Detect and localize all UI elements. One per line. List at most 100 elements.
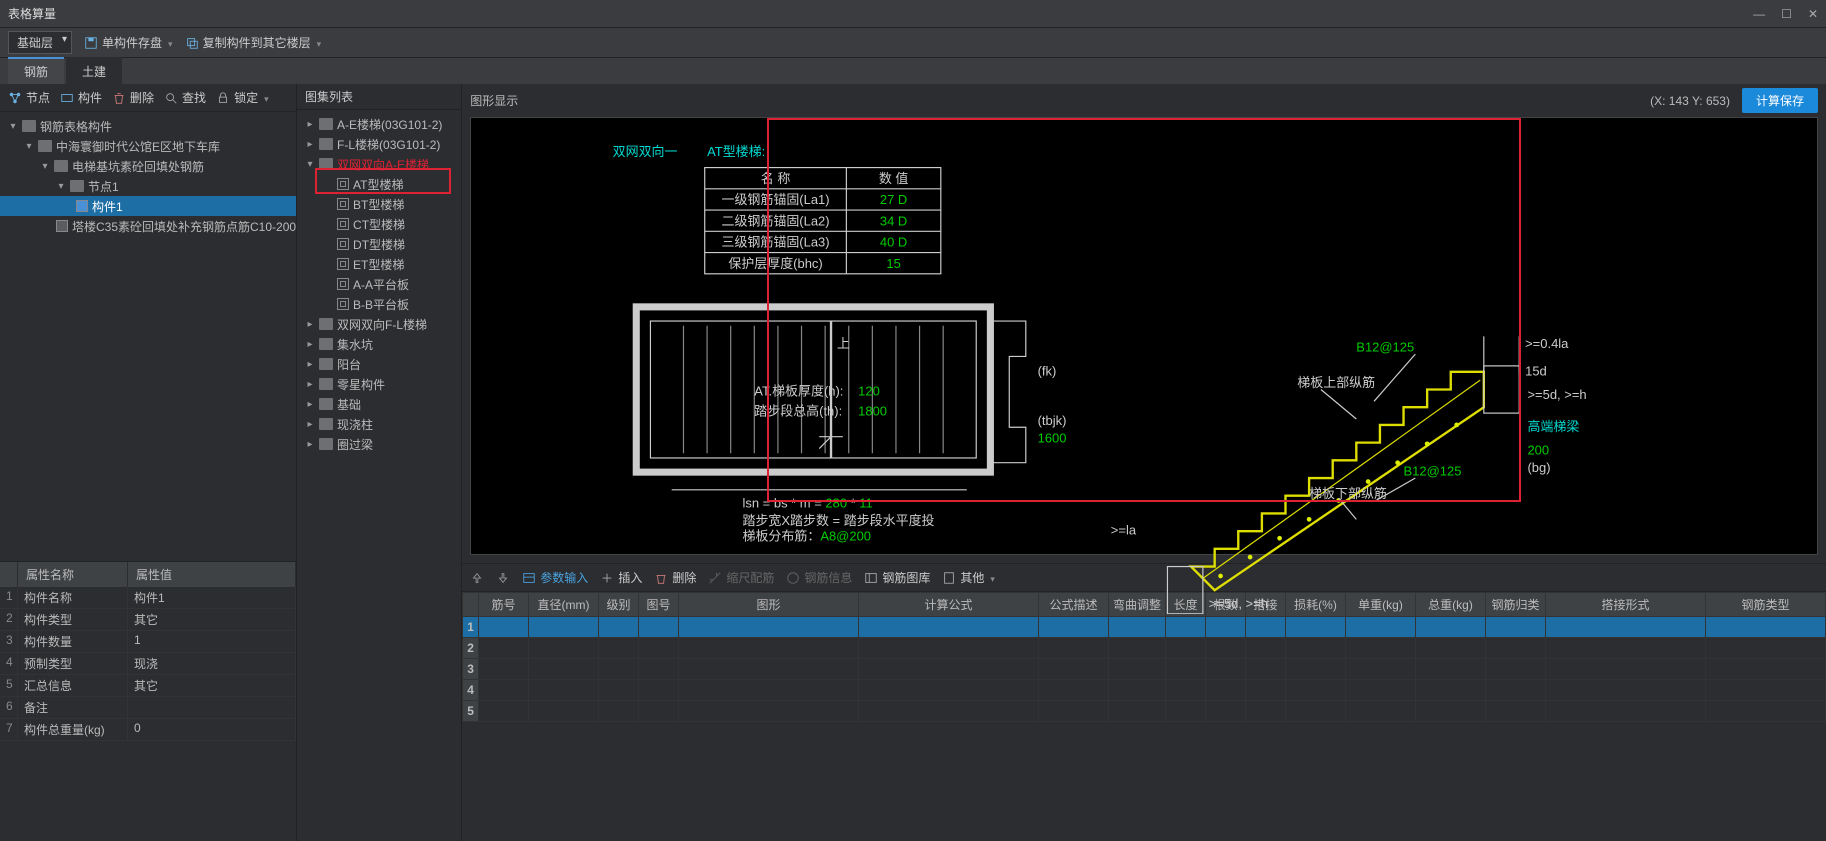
graphic-title: 图形显示	[470, 92, 518, 109]
table-row[interactable]: 2	[463, 638, 1826, 659]
svg-text:15d: 15d	[1525, 363, 1547, 378]
atlas-item[interactable]: CT型楼梯	[297, 214, 461, 234]
doc-icon	[337, 198, 349, 210]
atlas-item[interactable]: A-A平台板	[297, 274, 461, 294]
table-row[interactable]: 4	[463, 680, 1826, 701]
svg-text:踏步宽X踏步数 = 踏步段水平度投: 踏步宽X踏步数 = 踏步段水平度投	[743, 513, 935, 528]
prop-row[interactable]: 7构件总重量(kg)0	[0, 719, 296, 741]
atlas-item[interactable]: ▾双网双向A-E楼梯	[297, 154, 461, 174]
component-button[interactable]: 构件	[60, 89, 102, 106]
lock-icon	[216, 91, 230, 105]
doc-icon	[337, 238, 349, 250]
node-button[interactable]: 节点	[8, 89, 50, 106]
svg-text:名 称: 名 称	[761, 171, 791, 186]
svg-text:上: 上	[837, 336, 850, 351]
atlas-item[interactable]: ▸阳台	[297, 354, 461, 374]
maximize-icon[interactable]: ☐	[1781, 7, 1792, 21]
close-icon[interactable]: ✕	[1808, 7, 1818, 21]
prop-row[interactable]: 3构件数量1	[0, 631, 296, 653]
svg-text:40 D: 40 D	[880, 235, 907, 250]
properties-panel: 属性名称 属性值 1构件名称构件12构件类型其它3构件数量14预制类型现浇5汇总…	[0, 561, 296, 841]
main-toolbar: 基础层 单构件存盘 复制构件到其它楼层	[0, 28, 1826, 58]
svg-text:1600: 1600	[1038, 431, 1067, 446]
minimize-icon[interactable]: —	[1753, 7, 1765, 21]
component-tree[interactable]: ▾钢筋表格构件 ▾中海寰御时代公馆E区地下车库 ▾电梯基坑素砼回填处钢筋 ▾节点…	[0, 112, 296, 561]
svg-text:27 D: 27 D	[880, 192, 907, 207]
calc-save-button[interactable]: 计算保存	[1742, 88, 1818, 113]
atlas-item[interactable]: ▸圈过梁	[297, 434, 461, 454]
table-row[interactable]: 5	[463, 701, 1826, 722]
window-title: 表格算量	[8, 5, 1753, 22]
svg-text:梯板下部纵筋: 梯板下部纵筋	[1309, 486, 1387, 501]
svg-text:(fk): (fk)	[1038, 363, 1057, 378]
svg-text:AT型楼梯:: AT型楼梯:	[707, 144, 765, 159]
drawing-canvas[interactable]: 双网双向一 AT型楼梯: 名 称 数 值 一级钢筋锚固(La1) 27 D	[470, 117, 1818, 555]
atlas-item[interactable]: B-B平台板	[297, 294, 461, 314]
folder-icon	[319, 438, 333, 450]
atlas-item[interactable]: ▸F-L楼梯(03G101-2)	[297, 134, 461, 154]
atlas-tree[interactable]: ▸A-E楼梯(03G101-2) ▸F-L楼梯(03G101-2) ▾双网双向A…	[297, 110, 461, 841]
svg-text:高端梯梁: 高端梯梁	[1528, 419, 1580, 434]
svg-text:>=0.4la: >=0.4la	[1525, 336, 1569, 351]
prop-row[interactable]: 4预制类型现浇	[0, 653, 296, 675]
svg-text:AT.梯板厚度(h):: AT.梯板厚度(h):	[755, 383, 844, 398]
folder-icon	[319, 118, 333, 130]
tree-item[interactable]: 塔楼C35素砼回填处补充钢筋点筋C10-200	[0, 216, 296, 236]
table-row[interactable]: 3	[463, 659, 1826, 680]
prop-row[interactable]: 1构件名称构件1	[0, 587, 296, 609]
atlas-item[interactable]: ▸现浇柱	[297, 414, 461, 434]
atlas-item[interactable]: ▸基础	[297, 394, 461, 414]
copy-icon	[185, 36, 199, 50]
folder-icon	[22, 120, 36, 132]
lock-button[interactable]: 锁定	[216, 89, 269, 106]
tree-item[interactable]: ▾电梯基坑素砼回填处钢筋	[0, 156, 296, 176]
folder-icon	[319, 158, 333, 170]
doc-icon	[337, 258, 349, 270]
layer-select[interactable]: 基础层	[8, 31, 72, 54]
folder-icon	[38, 140, 52, 152]
svg-text:三级钢筋锚固(La3): 三级钢筋锚固(La3)	[722, 235, 830, 250]
tree-item-selected[interactable]: 构件1	[0, 196, 296, 216]
find-button[interactable]: 查找	[164, 89, 206, 106]
doc-icon	[76, 200, 88, 212]
delete-button[interactable]: 删除	[112, 89, 154, 106]
doc-icon	[337, 298, 349, 310]
main-tabs: 钢筋 土建	[0, 58, 1826, 84]
doc-icon	[56, 220, 68, 232]
title-bar: 表格算量 — ☐ ✕	[0, 0, 1826, 28]
atlas-item[interactable]: BT型楼梯	[297, 194, 461, 214]
trash-icon	[112, 91, 126, 105]
atlas-item[interactable]: ▸双网双向F-L楼梯	[297, 314, 461, 334]
tab-civil[interactable]: 土建	[66, 57, 122, 84]
table-row[interactable]: 1	[463, 617, 1826, 638]
prop-row[interactable]: 2构件类型其它	[0, 609, 296, 631]
atlas-item-selected[interactable]: AT型楼梯	[297, 174, 461, 194]
rebar-grid[interactable]: 筋号直径(mm)级别图号图形计算公式公式描述弯曲调整长度根数搭接损耗(%)单重(…	[462, 592, 1826, 841]
atlas-item[interactable]: ▸A-E楼梯(03G101-2)	[297, 114, 461, 134]
atlas-item[interactable]: ET型楼梯	[297, 254, 461, 274]
prop-row[interactable]: 6备注	[0, 697, 296, 719]
svg-text:B12@125: B12@125	[1404, 464, 1462, 479]
tree-root[interactable]: ▾钢筋表格构件	[0, 116, 296, 136]
tree-item[interactable]: ▾节点1	[0, 176, 296, 196]
save-component-button[interactable]: 单构件存盘	[84, 34, 173, 51]
atlas-item[interactable]: ▸零星构件	[297, 374, 461, 394]
tab-rebar[interactable]: 钢筋	[8, 57, 64, 84]
folder-icon	[319, 418, 333, 430]
prop-row[interactable]: 5汇总信息其它	[0, 675, 296, 697]
tree-item[interactable]: ▾中海寰御时代公馆E区地下车库	[0, 136, 296, 156]
svg-text:保护层厚度(bhc): 保护层厚度(bhc)	[729, 256, 823, 271]
doc-icon	[337, 218, 349, 230]
atlas-item[interactable]: ▸集水坑	[297, 334, 461, 354]
folder-icon	[319, 318, 333, 330]
svg-text:>=5d, >=h: >=5d, >=h	[1209, 596, 1268, 611]
svg-text:(tbjk): (tbjk)	[1038, 413, 1067, 428]
doc-icon	[337, 278, 349, 290]
copy-component-button[interactable]: 复制构件到其它楼层	[185, 34, 322, 51]
svg-text:>=la: >=la	[1111, 523, 1137, 538]
doc-icon	[337, 178, 349, 190]
prop-header-value: 属性值	[128, 562, 296, 587]
atlas-item[interactable]: DT型楼梯	[297, 234, 461, 254]
coord-display: (X: 143 Y: 653)	[1650, 94, 1730, 108]
component-icon	[60, 91, 74, 105]
